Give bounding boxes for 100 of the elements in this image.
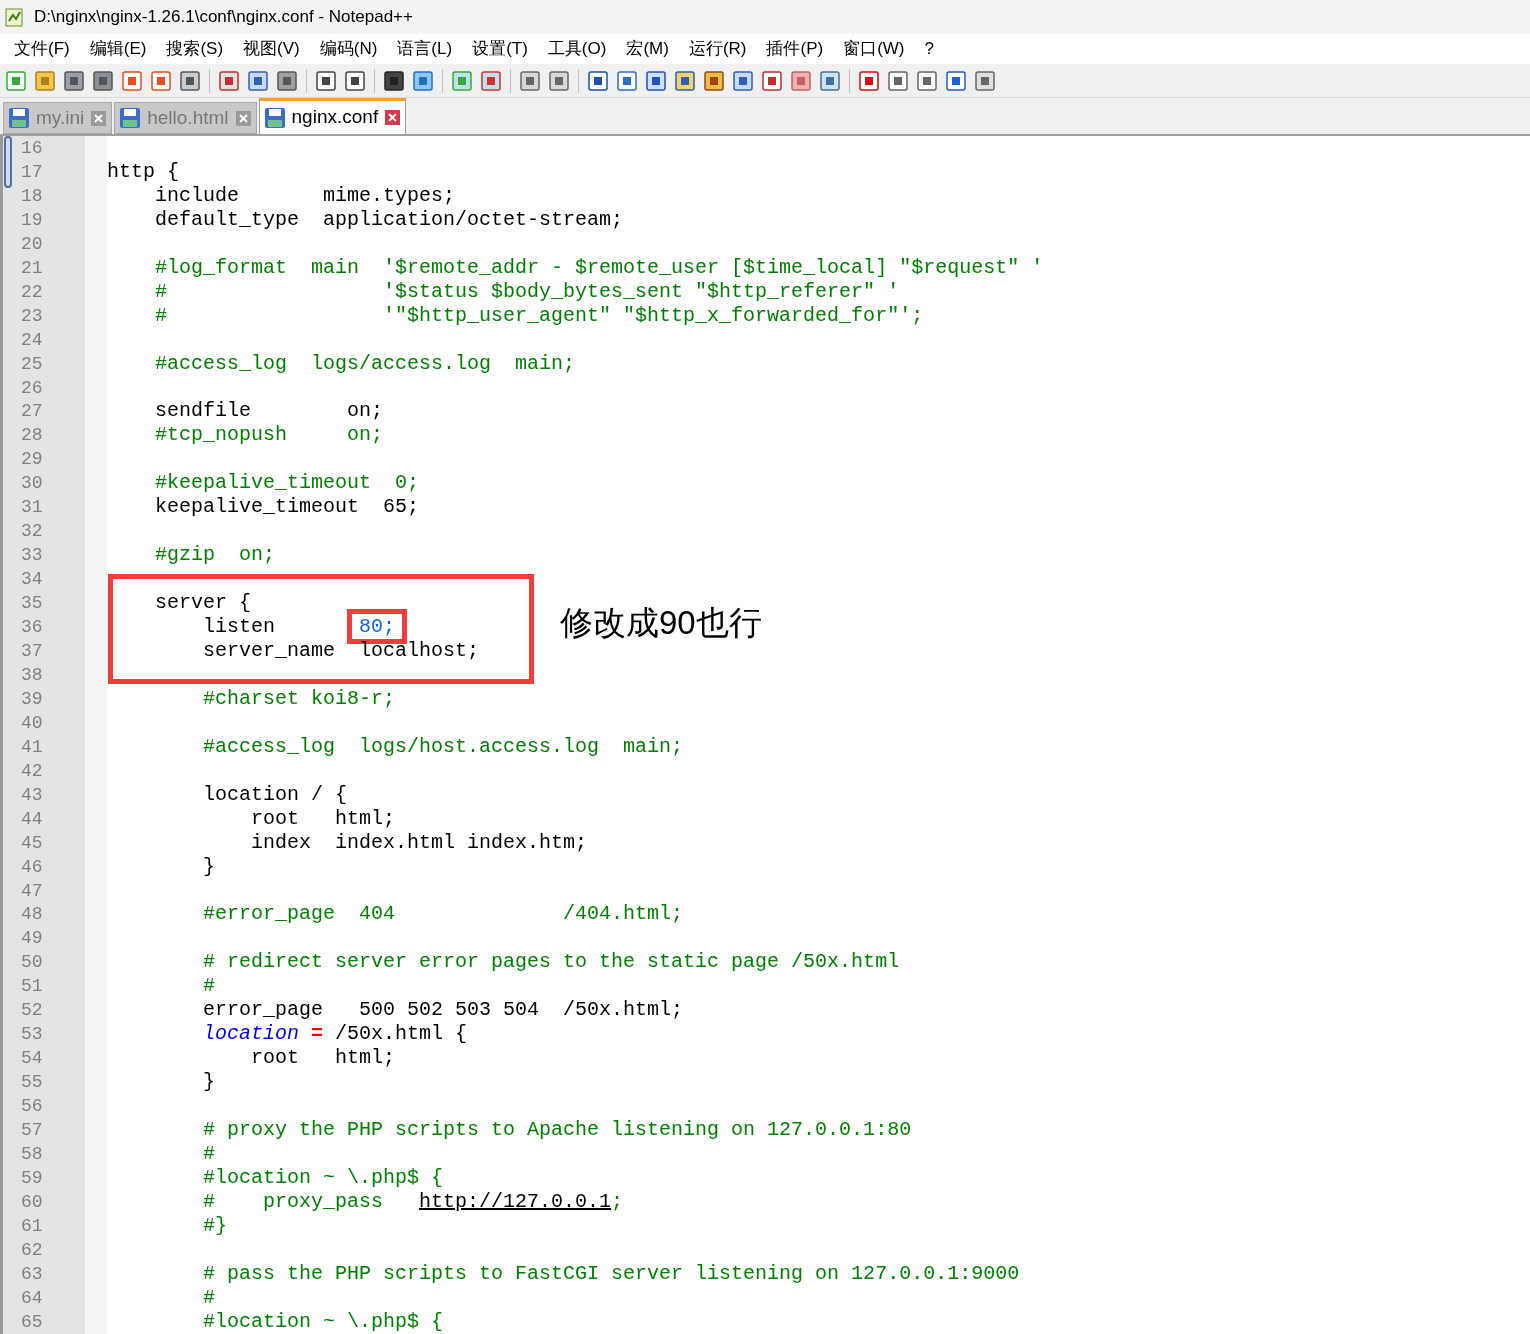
menu-item[interactable]: 语言(L): [387, 36, 463, 62]
line-number: 45: [21, 833, 43, 852]
close-icon[interactable]: [234, 109, 252, 127]
line-number: 18: [21, 186, 43, 205]
code-line: #: [202, 1142, 216, 1167]
menu-item[interactable]: 搜索(S): [156, 36, 234, 62]
code-line: #: [202, 974, 216, 999]
line-number: 57: [21, 1121, 43, 1140]
line-number: 19: [21, 210, 43, 229]
code-line: #log_format main '$remote_addr - $remote_user [$time_local] "$request" ': [154, 255, 1044, 280]
line-number: 23: [21, 306, 43, 325]
close-icon[interactable]: [90, 109, 108, 127]
menu-item[interactable]: 运行(R): [678, 36, 757, 62]
code-line: #location ~ \.php$ {: [202, 1166, 444, 1191]
line-number: 30: [21, 474, 43, 493]
line-number: 35: [21, 594, 43, 613]
line-number: 40: [21, 713, 43, 732]
menu-item[interactable]: 编码(N): [309, 36, 388, 62]
close-icon[interactable]: [384, 109, 402, 126]
code-line: #error_page 404 /404.html;: [202, 902, 684, 927]
menu-item[interactable]: 文件(F): [4, 36, 80, 62]
menu-item[interactable]: ?: [914, 36, 944, 62]
code-line: # proxy_pass http://127.0.0.1;: [202, 1190, 624, 1215]
line-number: 28: [21, 426, 43, 445]
menu-item[interactable]: 插件(P): [756, 36, 834, 62]
code-line: location = /50x.html {: [202, 1022, 468, 1047]
menu-item[interactable]: 窗口(W): [833, 36, 915, 62]
menu-item[interactable]: 视图(V): [233, 36, 310, 62]
line-number: 25: [21, 354, 43, 373]
line-number: 22: [21, 282, 43, 301]
scrollbar-thumb[interactable]: [4, 136, 12, 188]
code-line: http {: [107, 159, 179, 184]
code-line: listen: [202, 615, 277, 639]
code-line: #gzip on;: [154, 543, 276, 568]
line-number: 46: [21, 857, 43, 876]
code-line: root html;: [250, 806, 396, 831]
line-number: 53: [21, 1025, 43, 1044]
line-number: 49: [21, 929, 43, 948]
line-number: 50: [21, 953, 43, 972]
code-line: #access_log logs/access.log main;: [154, 351, 576, 376]
code-line: }: [202, 1070, 216, 1095]
line-number: 20: [21, 234, 43, 253]
annotation-text: 修改成90也行: [560, 606, 762, 639]
code-line: # pass the PHP scripts to FastCGI server listening on 127.0.0.1:9000: [202, 1262, 1020, 1287]
line-number: 42: [21, 761, 43, 780]
line-number: 37: [21, 642, 43, 660]
line-number: 36: [21, 618, 43, 637]
window-title: D:\nginx\nginx-1.26.1\conf\nginx.conf - Notepad++: [34, 6, 413, 29]
menu-item[interactable]: 编辑(E): [79, 36, 157, 62]
line-number: 43: [21, 785, 43, 804]
menu-item[interactable]: 宏(M): [616, 36, 679, 62]
menu-item[interactable]: 设置(T): [462, 36, 538, 62]
code-line: root html;: [250, 1046, 396, 1071]
code-line: # '$status $body_bytes_sent "$http_referer" ': [154, 279, 900, 304]
code-line: default_type application/octet-stream;: [154, 207, 624, 232]
code-line: }: [202, 854, 216, 879]
line-number: 44: [21, 809, 43, 828]
code-line: index index.html index.htm;: [250, 830, 588, 855]
menu-item[interactable]: 工具(O): [537, 36, 617, 62]
line-number: 17: [21, 162, 43, 181]
code-line: error_page 500 502 503 504 /50x.html;: [202, 998, 684, 1023]
app-icon: [4, 6, 26, 28]
line-number: 38: [21, 665, 43, 684]
code-line: include mime.types;: [154, 183, 456, 208]
line-number: 52: [21, 1001, 43, 1020]
line-number: 62: [21, 1240, 43, 1259]
line-number: 58: [21, 1145, 43, 1163]
line-number: 48: [21, 905, 43, 924]
code-line: #charset koi8-r;: [202, 686, 396, 711]
code-line: #access_log logs/host.access.log main;: [202, 734, 684, 759]
line-number: 33: [21, 546, 43, 565]
code-line: # redirect server error pages to the static page /50x.html: [202, 950, 900, 975]
line-number: 26: [21, 378, 43, 397]
code-line: # '"$http_user_agent" "$http_x_forwarded_for"';: [154, 303, 924, 328]
line-number: 21: [21, 258, 43, 277]
line-number: 29: [21, 450, 43, 469]
line-number: 27: [21, 402, 43, 421]
code-line: sendfile on;: [154, 399, 384, 424]
line-number: 51: [21, 977, 43, 996]
line-number: 61: [21, 1216, 43, 1235]
line-number: 39: [21, 689, 43, 708]
line-number: 47: [21, 881, 43, 900]
code-line: #: [202, 1286, 216, 1311]
code-line: keepalive_timeout 65;: [154, 495, 420, 520]
code-line: #location ~ \.php$ {: [202, 1310, 444, 1334]
line-number: 34: [21, 570, 43, 589]
line-number: 59: [21, 1168, 43, 1187]
line-number: 16: [21, 138, 43, 157]
line-number: 32: [21, 522, 43, 541]
code-line: # proxy the PHP scripts to Apache listening on 127.0.0.1:80: [202, 1118, 912, 1143]
line-number: 60: [21, 1192, 43, 1211]
line-number: 63: [21, 1264, 43, 1283]
code-line: #keepalive_timeout 0;: [154, 471, 420, 496]
line-number: 56: [21, 1097, 43, 1116]
line-number: 64: [21, 1288, 43, 1307]
line-number: 65: [21, 1312, 43, 1331]
line-number: 31: [21, 498, 43, 517]
code-line: location / {: [202, 782, 348, 807]
file-tab[interactable]: nginx.conf: [258, 98, 407, 134]
line-number: 55: [21, 1073, 43, 1092]
